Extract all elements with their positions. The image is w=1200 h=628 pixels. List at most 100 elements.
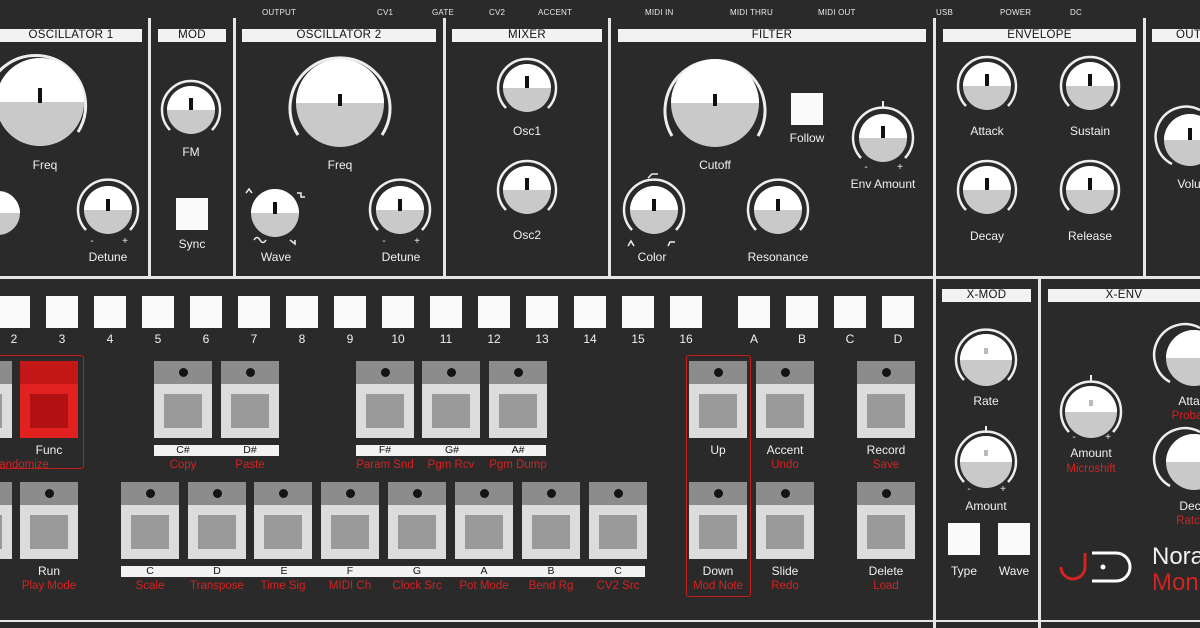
brand-logo-icon — [1059, 551, 1132, 583]
step-button-4[interactable] — [94, 296, 126, 328]
step-label: 16 — [679, 332, 693, 346]
osc2-wave-knob[interactable] — [245, 187, 305, 246]
step-button-2[interactable] — [0, 296, 30, 328]
mod-fm-label: FM — [182, 145, 200, 159]
osc1-detune-knob[interactable] — [76, 178, 140, 234]
step-button-14[interactable] — [574, 296, 606, 328]
natural-key-1[interactable] — [188, 482, 246, 559]
xenv-amount-knob[interactable] — [1059, 375, 1123, 438]
record-label: Record — [866, 443, 906, 457]
step-button-8[interactable] — [286, 296, 318, 328]
note-label: F# — [378, 444, 392, 456]
func-alt-label: andomize — [0, 459, 49, 471]
step-button-5[interactable] — [142, 296, 174, 328]
accent-key[interactable] — [756, 361, 814, 438]
env-sustain-knob[interactable] — [1059, 55, 1121, 110]
natural-key-5[interactable] — [455, 482, 513, 559]
step-button-11[interactable] — [430, 296, 462, 328]
stop-key[interactable] — [0, 482, 12, 559]
step-button-9[interactable] — [334, 296, 366, 328]
step-label: C — [845, 332, 855, 346]
record-alt-label: Save — [872, 459, 900, 471]
natural-key-7[interactable] — [589, 482, 647, 559]
accent-alt-label: Undo — [771, 459, 799, 471]
shift-key[interactable] — [0, 361, 12, 438]
filter-resonance-knob[interactable] — [746, 178, 810, 234]
xmod-amount-knob[interactable] — [954, 426, 1018, 488]
sharp-key-0[interactable] — [154, 361, 212, 438]
xenv-decay-knob[interactable] — [1152, 426, 1200, 490]
step-label: 10 — [391, 332, 405, 346]
up-key[interactable] — [689, 361, 747, 438]
filter-cutoff-knob[interactable] — [663, 58, 767, 147]
step-button-19[interactable] — [834, 296, 866, 328]
xmod-wave-label: Wave — [998, 564, 1030, 578]
mod-sync-switch[interactable] — [176, 198, 208, 230]
key-alt-label: Paste — [235, 459, 265, 471]
step-button-6[interactable] — [190, 296, 222, 328]
natural-key-3[interactable] — [321, 482, 379, 559]
xenv-decay-label: Dec — [1179, 499, 1200, 513]
xmod-amount-label: Amount — [965, 499, 1007, 513]
env-attack-knob[interactable] — [956, 55, 1018, 110]
key-alt-label: CV2 Src — [596, 580, 640, 592]
mixer-osc2-label: Osc2 — [512, 228, 542, 242]
filter-follow-switch[interactable] — [791, 93, 823, 125]
down-label: Down — [702, 564, 734, 578]
step-button-15[interactable] — [622, 296, 654, 328]
xmod-amount-minus: - — [967, 484, 971, 495]
step-button-17[interactable] — [738, 296, 770, 328]
filter-env-amount-knob[interactable] — [851, 101, 915, 162]
xmod-type-label: Type — [950, 564, 978, 578]
xmod-rate-knob[interactable] — [954, 328, 1018, 386]
step-label: D — [893, 332, 903, 346]
step-button-18[interactable] — [786, 296, 818, 328]
xmod-wave-switch[interactable] — [998, 523, 1030, 555]
natural-key-6[interactable] — [522, 482, 580, 559]
filter-cutoff-label: Cutoff — [699, 158, 731, 172]
step-button-12[interactable] — [478, 296, 510, 328]
natural-key-2[interactable] — [254, 482, 312, 559]
key-alt-label: MIDI Ch — [328, 580, 372, 592]
key-alt-label: Param Snd — [356, 459, 414, 471]
delete-key[interactable] — [857, 482, 915, 559]
osc2-detune-knob[interactable] — [368, 178, 432, 234]
xenv-proba-label: Proba — [1171, 410, 1200, 422]
osc2-freq-label: Freq — [327, 158, 353, 172]
key-alt-label: Copy — [169, 459, 197, 471]
osc1-freq-label: Freq — [32, 158, 58, 172]
xenv-attack-knob[interactable] — [1152, 322, 1200, 386]
func-key[interactable] — [20, 361, 78, 438]
sharp-key-3[interactable] — [422, 361, 480, 438]
osc1-wave-knob[interactable] — [0, 191, 20, 235]
sharp-key-2[interactable] — [356, 361, 414, 438]
step-button-16[interactable] — [670, 296, 702, 328]
xmod-type-switch[interactable] — [948, 523, 980, 555]
filter-env-amount-label: Env Amount — [850, 177, 916, 191]
slide-key[interactable] — [756, 482, 814, 559]
run-key[interactable] — [20, 482, 78, 559]
key-alt-label: Transpose — [190, 580, 244, 592]
step-button-20[interactable] — [882, 296, 914, 328]
slide-alt-label: Redo — [771, 580, 799, 592]
step-button-10[interactable] — [382, 296, 414, 328]
env-release-knob[interactable] — [1059, 159, 1121, 214]
osc2-freq-knob[interactable] — [288, 56, 392, 147]
step-button-3[interactable] — [46, 296, 78, 328]
natural-key-4[interactable] — [388, 482, 446, 559]
mixer-osc1-knob[interactable] — [496, 57, 558, 112]
mixer-osc2-knob[interactable] — [496, 159, 558, 214]
osc1-freq-knob[interactable] — [0, 54, 88, 146]
sharp-key-1[interactable] — [221, 361, 279, 438]
env-sustain-label: Sustain — [1069, 124, 1111, 138]
mod-fm-knob[interactable] — [160, 79, 222, 134]
sharp-key-4[interactable] — [489, 361, 547, 438]
filter-color-knob[interactable] — [622, 173, 686, 247]
natural-key-0[interactable] — [121, 482, 179, 559]
env-decay-knob[interactable] — [956, 159, 1018, 214]
down-key[interactable] — [689, 482, 747, 559]
step-button-13[interactable] — [526, 296, 558, 328]
record-key[interactable] — [857, 361, 915, 438]
step-button-7[interactable] — [238, 296, 270, 328]
out-volume-knob[interactable] — [1154, 105, 1200, 166]
